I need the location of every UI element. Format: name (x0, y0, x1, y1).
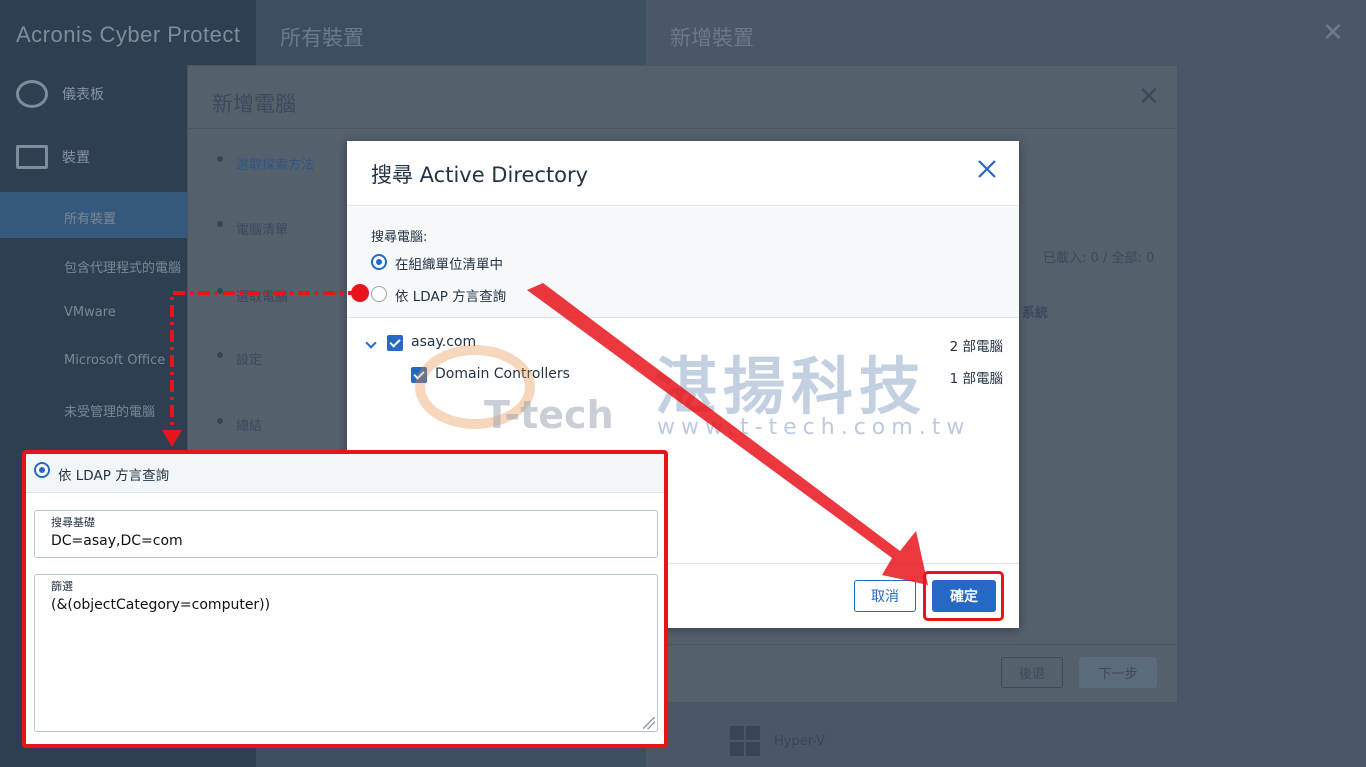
tree-count-dc: 1 部電腦 (949, 371, 1003, 387)
system-column: 系統 (1022, 306, 1049, 321)
radio-ldap-query[interactable] (34, 462, 50, 478)
sidebar-item-label: 儀表板 (62, 87, 104, 103)
resize-handle-icon[interactable] (643, 717, 655, 729)
sidebar-sub-vmware[interactable]: VMware (64, 305, 116, 320)
windows-icon (730, 726, 760, 756)
radio-ou-label[interactable]: 在組織單位清單中 (395, 253, 503, 273)
ldap-callout: 依 LDAP 方言查詢 搜尋基礎 DC=asay,DC=com 篩選 (&(ob… (22, 450, 668, 748)
panel-title: 新增裝置 (670, 26, 754, 50)
sidebar-sub-agent-machines[interactable]: 包含代理程式的電腦 (64, 257, 181, 276)
watermark-logo-text: T-tech (484, 393, 614, 437)
close-icon[interactable]: ✕ (1322, 20, 1344, 46)
search-base-label: 搜尋基礎 (51, 516, 95, 529)
close-icon[interactable]: ✕ (1138, 84, 1160, 110)
page-title: 所有裝置 (280, 26, 364, 50)
sidebar-sub-microsoft-office[interactable]: Microsoft Office (64, 353, 165, 368)
dialog-header: 搜尋 Active Directory (347, 141, 1019, 206)
hyperv-label: Hyper-V (774, 733, 826, 749)
step-summary[interactable]: 總結 (236, 415, 262, 434)
dialog-title: 搜尋 Active Directory (371, 163, 589, 187)
filter-field[interactable]: 篩選 (&(objectCategory=computer)) (34, 574, 658, 732)
sidebar-sub-unmanaged[interactable]: 未受管理的電腦 (64, 401, 155, 420)
search-base-value[interactable]: DC=asay,DC=com (51, 533, 183, 549)
step-computer-list[interactable]: 電腦清單 (236, 219, 288, 238)
radio-ldap-label[interactable]: 依 LDAP 方言查詢 (58, 464, 169, 484)
step-bullet (217, 418, 223, 424)
sidebar-item-label: 裝置 (62, 150, 90, 166)
tree-count-domain: 2 部電腦 (949, 339, 1003, 355)
radio-ldap-query[interactable] (371, 286, 387, 302)
cancel-button[interactable]: 取消 (854, 580, 916, 612)
back-button[interactable]: 後退 (1001, 657, 1063, 688)
watermark-company: 湛揚科技 (655, 350, 928, 423)
brand-logo: Acronis Cyber Protect (16, 22, 241, 47)
search-computers-label: 搜尋電腦: (371, 230, 428, 245)
next-button[interactable]: 下一步 (1079, 657, 1157, 688)
step-bullet (217, 352, 223, 358)
monitor-icon (16, 145, 48, 169)
step-bullet (217, 221, 223, 227)
dashboard-icon (16, 80, 48, 108)
step-select-method[interactable]: 選取探索方法 (236, 154, 314, 173)
watermark-url: www.t-tech.com.tw (657, 415, 971, 440)
header-divider (188, 128, 1179, 129)
sidebar-item-devices[interactable]: 裝置 (16, 145, 90, 169)
dialog-title: 新增電腦 (212, 92, 296, 116)
close-icon[interactable] (975, 157, 999, 181)
chevron-down-icon[interactable] (365, 337, 377, 349)
sidebar-sub-all-devices[interactable]: 所有裝置 (64, 208, 116, 227)
step-select-computers[interactable]: 選取電腦 (236, 286, 288, 305)
tree-checkbox-domain[interactable] (387, 335, 403, 351)
step-settings[interactable]: 設定 (236, 349, 262, 368)
filter-value[interactable]: (&(objectCategory=computer)) (51, 597, 270, 613)
radio-ldap-label[interactable]: 依 LDAP 方言查詢 (395, 285, 506, 305)
filter-label: 篩選 (51, 580, 73, 593)
step-bullet (217, 288, 223, 294)
search-base-field[interactable]: 搜尋基礎 DC=asay,DC=com (34, 510, 658, 558)
radio-ou-list[interactable] (371, 254, 387, 270)
step-bullet (217, 156, 223, 162)
hyperv-item[interactable]: Hyper-V (730, 726, 825, 756)
callout-header: 依 LDAP 方言查詢 (26, 454, 664, 493)
ok-highlight-box (923, 571, 1004, 621)
loaded-count: 已載入: 0 / 全部: 0 (1043, 251, 1155, 266)
sidebar-item-dashboard[interactable]: 儀表板 (16, 80, 104, 108)
